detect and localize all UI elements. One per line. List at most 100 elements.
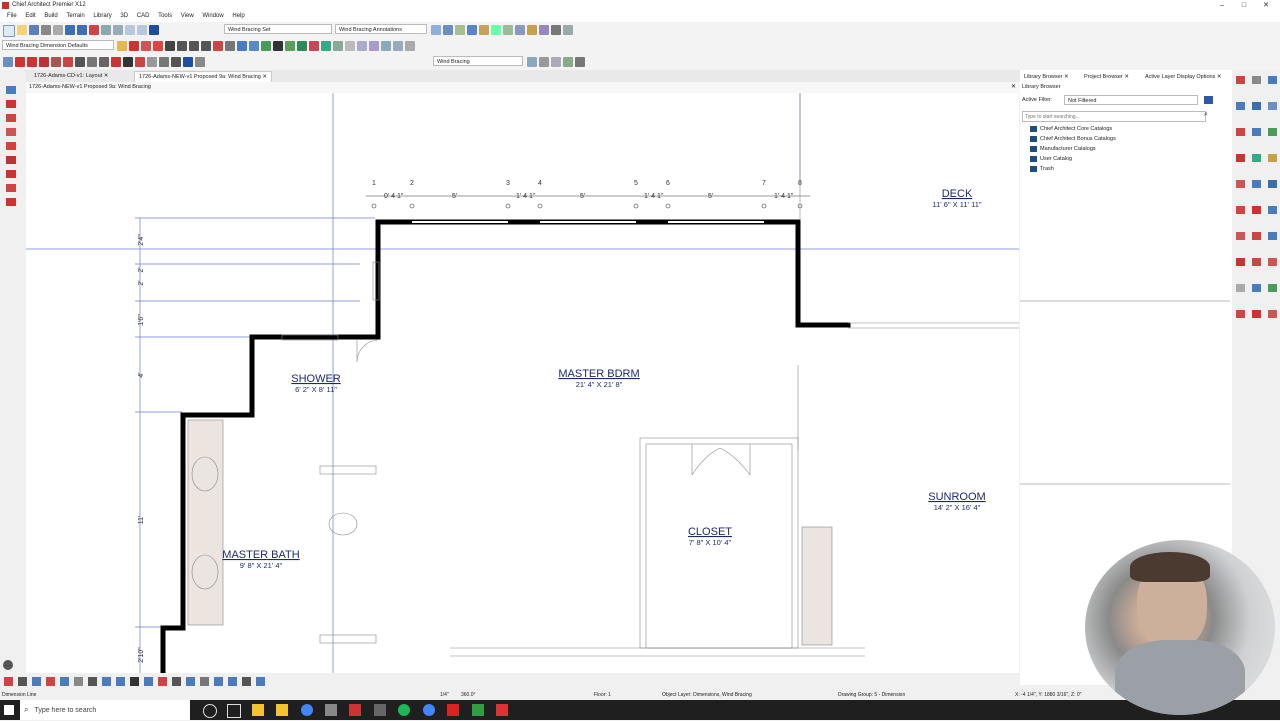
cortana-icon[interactable] bbox=[203, 704, 217, 718]
dimension-node[interactable] bbox=[665, 203, 671, 209]
framing-icon[interactable] bbox=[75, 57, 85, 67]
search-icon[interactable]: ⌕ bbox=[1204, 111, 1208, 119]
break-tool-icon[interactable] bbox=[1252, 232, 1261, 240]
roof-plane-icon[interactable] bbox=[135, 57, 145, 67]
text-tool-icon[interactable] bbox=[1236, 154, 1245, 162]
tab-layout[interactable]: 1726-Adams-CD-v1: Layout ✕ bbox=[30, 71, 113, 82]
break-icon[interactable] bbox=[214, 677, 223, 686]
gear-icon[interactable] bbox=[3, 660, 13, 670]
component-icon[interactable] bbox=[1252, 180, 1261, 188]
perspective-icon[interactable] bbox=[479, 25, 489, 35]
copy-object-icon[interactable] bbox=[147, 57, 157, 67]
filter-icon[interactable] bbox=[527, 57, 537, 67]
arc-tool-icon[interactable] bbox=[1236, 128, 1245, 136]
electrical-icon[interactable] bbox=[123, 57, 133, 67]
print-preview-icon[interactable] bbox=[53, 25, 63, 35]
settings-icon[interactable] bbox=[551, 25, 561, 35]
close-icon[interactable]: ✕ bbox=[262, 74, 267, 80]
wall-icon[interactable] bbox=[129, 41, 139, 51]
menu-window[interactable]: Window bbox=[202, 11, 223, 22]
cross-icon[interactable] bbox=[165, 41, 175, 51]
undo-icon[interactable] bbox=[65, 25, 75, 35]
tree-core-catalogs[interactable]: Chief Architect Core Catalogs bbox=[1030, 125, 1112, 134]
zoom-in-icon[interactable] bbox=[321, 41, 331, 51]
paste-icon[interactable] bbox=[113, 25, 123, 35]
layer-toggle-icon[interactable] bbox=[551, 57, 561, 67]
copy-icon[interactable] bbox=[101, 25, 111, 35]
plan-view-icon[interactable] bbox=[125, 25, 135, 35]
dimension-node[interactable] bbox=[409, 203, 415, 209]
room-name-label[interactable]: MASTER BATH bbox=[222, 549, 299, 561]
shape-tool-icon[interactable] bbox=[1252, 206, 1261, 214]
callout-icon[interactable] bbox=[249, 41, 259, 51]
zoom-window-icon[interactable] bbox=[1252, 76, 1261, 84]
stretch-icon[interactable] bbox=[186, 677, 195, 686]
curve-tool-icon[interactable] bbox=[1236, 232, 1245, 240]
align-tool-icon[interactable] bbox=[1268, 232, 1277, 240]
rotate-icon[interactable] bbox=[102, 677, 111, 686]
camera-icon[interactable] bbox=[443, 25, 453, 35]
draw-line-icon[interactable] bbox=[6, 114, 16, 122]
cabinet-icon[interactable] bbox=[51, 57, 61, 67]
transform-icon[interactable] bbox=[1268, 180, 1277, 188]
dimension-node[interactable] bbox=[505, 203, 511, 209]
text-icon[interactable] bbox=[237, 41, 247, 51]
trim-tool-icon[interactable] bbox=[1268, 258, 1277, 266]
circle-icon[interactable] bbox=[201, 41, 211, 51]
room-name-label[interactable]: SUNROOM bbox=[928, 491, 985, 503]
pointer-icon[interactable] bbox=[3, 57, 13, 67]
fixture-icon[interactable] bbox=[111, 57, 121, 67]
door-icon[interactable] bbox=[27, 57, 37, 67]
cad-line-icon[interactable] bbox=[141, 41, 151, 51]
library-search-input[interactable] bbox=[1022, 111, 1206, 122]
grid-icon[interactable] bbox=[357, 41, 367, 51]
edit-wall-icon[interactable] bbox=[15, 57, 25, 67]
room-name-label[interactable]: CLOSET bbox=[688, 526, 732, 538]
redo-icon[interactable] bbox=[77, 25, 87, 35]
tree-bonus-catalogs[interactable]: Chief Architect Bonus Catalogs bbox=[1030, 135, 1116, 144]
polyline-tool-icon[interactable] bbox=[1236, 206, 1245, 214]
dimension-node[interactable] bbox=[537, 203, 543, 209]
walkthrough-icon[interactable] bbox=[503, 25, 513, 35]
stair-icon[interactable] bbox=[63, 57, 73, 67]
window-icon[interactable] bbox=[39, 57, 49, 67]
menu-tools[interactable]: Tools bbox=[158, 11, 172, 22]
point-to-point-icon[interactable] bbox=[256, 677, 265, 686]
dimension-node[interactable] bbox=[761, 203, 767, 209]
copy-paste-icon[interactable] bbox=[60, 677, 69, 686]
area-tool-icon[interactable] bbox=[1252, 284, 1261, 292]
draw-wall-icon[interactable] bbox=[6, 100, 16, 108]
box-icon[interactable] bbox=[213, 41, 223, 51]
zoom-fit-icon[interactable] bbox=[1268, 76, 1277, 84]
move-icon[interactable] bbox=[74, 677, 83, 686]
arc-icon[interactable] bbox=[189, 41, 199, 51]
house-icon[interactable] bbox=[455, 25, 465, 35]
chamfer-tool-icon[interactable] bbox=[1268, 310, 1277, 318]
delete-icon[interactable] bbox=[195, 57, 205, 67]
app-icon[interactable] bbox=[374, 704, 386, 716]
tree-user-catalog[interactable]: User Catalog bbox=[1030, 155, 1072, 164]
elevation-icon[interactable] bbox=[467, 25, 477, 35]
marker-icon[interactable] bbox=[261, 41, 271, 51]
new-file-icon[interactable] bbox=[3, 25, 15, 37]
room-name-label[interactable]: SHOWER bbox=[291, 373, 341, 385]
menu-3d[interactable]: 3D bbox=[120, 11, 128, 22]
edit-tool-icon[interactable] bbox=[1236, 180, 1245, 188]
layer-icon[interactable] bbox=[431, 25, 441, 35]
camtasia-icon[interactable] bbox=[472, 704, 484, 716]
select-icon[interactable] bbox=[117, 41, 127, 51]
dimension-defaults-dropdown[interactable]: Wind Bracing Dimension Defaults bbox=[2, 40, 114, 50]
windows-start-icon[interactable] bbox=[4, 705, 14, 715]
cabinet-tool-icon[interactable] bbox=[1268, 128, 1277, 136]
zoom-icon[interactable] bbox=[515, 25, 525, 35]
spline-icon[interactable] bbox=[225, 41, 235, 51]
panel-divider[interactable] bbox=[1020, 300, 1230, 302]
recorder-icon[interactable] bbox=[496, 704, 508, 716]
plan-set-dropdown[interactable]: Wind Bracing Set bbox=[224, 24, 332, 34]
fill-window-icon[interactable] bbox=[539, 25, 549, 35]
task-view-icon[interactable] bbox=[227, 704, 241, 718]
print-icon[interactable] bbox=[41, 25, 51, 35]
close-icon[interactable]: ✕ bbox=[104, 73, 109, 79]
close-view-icon[interactable]: ✕ bbox=[1011, 82, 1016, 93]
reverse-icon[interactable] bbox=[172, 677, 181, 686]
